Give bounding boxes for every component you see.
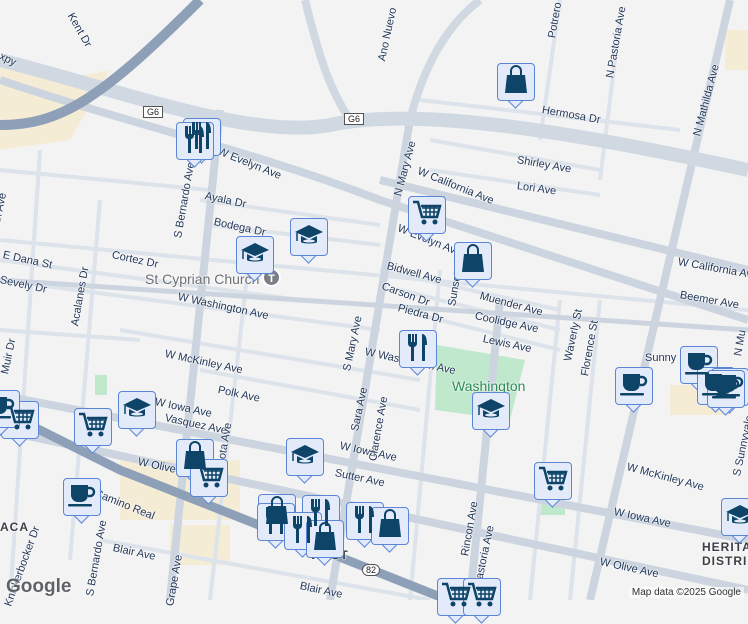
school-icon bbox=[294, 222, 324, 253]
restaurant-icon bbox=[182, 124, 208, 159]
restaurant-marker[interactable] bbox=[399, 330, 437, 376]
school-icon bbox=[122, 395, 152, 426]
school-marker[interactable] bbox=[721, 498, 748, 544]
marker-box bbox=[371, 507, 409, 545]
shopping-bag-icon bbox=[312, 521, 338, 557]
marker-box bbox=[118, 391, 156, 429]
marker-box bbox=[74, 408, 112, 446]
shopping-cart-icon bbox=[412, 199, 442, 232]
street-label: Sunny bbox=[645, 352, 677, 364]
marker-box bbox=[236, 236, 274, 274]
marker-box bbox=[454, 242, 492, 280]
shopping-bag-marker[interactable] bbox=[371, 507, 409, 553]
school-marker[interactable] bbox=[236, 236, 274, 282]
shopping-cart-icon bbox=[538, 465, 568, 498]
shopping-cart-icon bbox=[78, 411, 108, 444]
marker-box bbox=[408, 196, 446, 234]
school-icon bbox=[725, 502, 748, 533]
marker-box bbox=[534, 462, 572, 500]
highway-shield-82: 82 bbox=[362, 564, 381, 576]
marker-box bbox=[306, 520, 344, 558]
shopping-bag-marker[interactable] bbox=[454, 242, 492, 288]
marker-box bbox=[721, 498, 748, 536]
school-marker[interactable] bbox=[286, 438, 324, 484]
marker-box bbox=[290, 218, 328, 256]
restaurant-icon bbox=[263, 505, 289, 540]
marker-box bbox=[615, 367, 653, 405]
marker-box bbox=[63, 478, 101, 516]
marker-box bbox=[497, 63, 535, 101]
school-icon bbox=[476, 396, 506, 427]
district-label: HERITA DISTRI bbox=[702, 540, 748, 568]
school-marker[interactable] bbox=[118, 391, 156, 437]
district-label: ACA bbox=[0, 520, 29, 534]
school-marker[interactable] bbox=[290, 218, 328, 264]
school-icon bbox=[290, 442, 320, 473]
shopping-bag-marker[interactable] bbox=[306, 520, 344, 566]
marker-box bbox=[286, 438, 324, 476]
coffee-marker[interactable] bbox=[707, 370, 745, 416]
shopping-cart-icon bbox=[194, 462, 224, 495]
marker-box bbox=[399, 330, 437, 368]
highway-shield-g6-west: G6 bbox=[143, 106, 164, 118]
shopping-cart-marker[interactable] bbox=[74, 408, 112, 454]
coffee-marker[interactable] bbox=[615, 367, 653, 413]
coffee-icon bbox=[711, 373, 741, 406]
marker-box bbox=[463, 578, 501, 616]
shopping-cart-marker[interactable] bbox=[408, 196, 446, 242]
coffee-icon bbox=[619, 370, 649, 403]
school-marker[interactable] bbox=[472, 392, 510, 438]
coffee-icon bbox=[67, 481, 97, 514]
restaurant-icon bbox=[405, 332, 431, 367]
shopping-bag-icon bbox=[377, 508, 403, 544]
shopping-bag-marker[interactable] bbox=[497, 63, 535, 109]
shopping-cart-marker[interactable] bbox=[190, 459, 228, 505]
restaurant-icon bbox=[352, 504, 378, 539]
marker-box bbox=[190, 459, 228, 497]
coffee-marker[interactable] bbox=[63, 478, 101, 524]
shopping-cart-marker[interactable] bbox=[463, 578, 501, 624]
map-attribution[interactable]: Map data ©2025 Google bbox=[628, 587, 744, 598]
shopping-cart-icon bbox=[467, 581, 497, 614]
marker-box bbox=[472, 392, 510, 430]
highway-shield-g6-east: G6 bbox=[344, 113, 365, 125]
marker-box bbox=[707, 370, 745, 408]
shopping-bag-icon bbox=[460, 243, 486, 279]
shopping-cart-marker[interactable] bbox=[534, 462, 572, 508]
google-logo: Google bbox=[6, 576, 72, 597]
school-icon bbox=[240, 240, 270, 271]
shopping-bag-icon bbox=[503, 64, 529, 100]
